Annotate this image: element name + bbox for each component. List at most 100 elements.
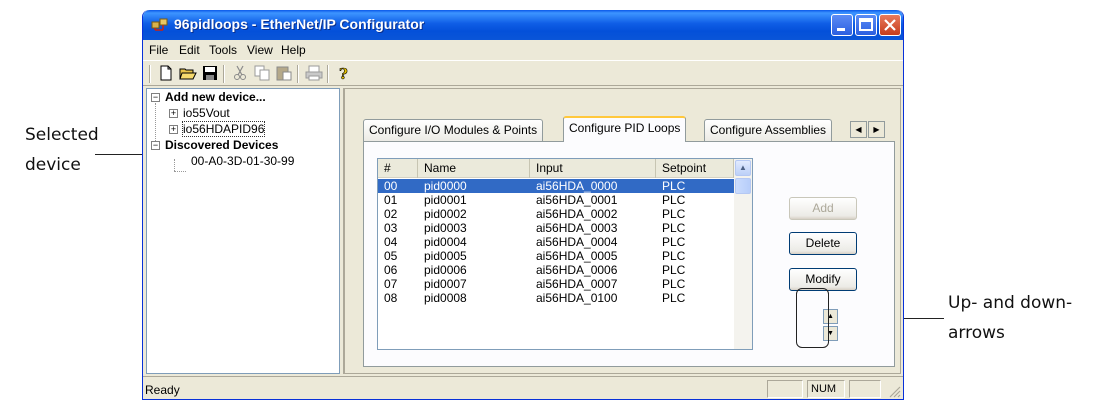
table-row[interactable]: 04 pid0004 ai56HDA_0004 PLC: [378, 235, 734, 249]
svg-text:?: ?: [339, 65, 348, 82]
callout-selected-device: Selected device: [25, 120, 99, 180]
tab-scroll-left-button[interactable]: ◀: [850, 121, 867, 138]
collapse-toggle[interactable]: −: [151, 141, 160, 150]
toolbar-separator: [297, 65, 299, 83]
close-button[interactable]: [879, 14, 901, 36]
minimize-button[interactable]: [831, 14, 853, 36]
menu-bar: File Edit Tools View Help: [143, 40, 903, 60]
callout-bracket-arrows: [796, 288, 829, 348]
menu-file[interactable]: File: [149, 43, 168, 57]
minimize-icon: [837, 28, 845, 31]
cell-name: pid0006: [424, 263, 467, 277]
expand-toggle[interactable]: +: [169, 125, 178, 134]
tree-node-label: io56HDAPID96: [181, 121, 266, 137]
table-row[interactable]: 07 pid0007 ai56HDA_0007 PLC: [378, 277, 734, 291]
cell-name: pid0003: [424, 221, 467, 235]
table-row[interactable]: 08 pid0008 ai56HDA_0100 PLC: [378, 291, 734, 305]
cell-setpoint: PLC: [662, 291, 686, 305]
cell-number: 02: [384, 207, 398, 221]
table-row[interactable]: 01 pid0001 ai56HDA_0001 PLC: [378, 193, 734, 207]
cell-name: pid0002: [424, 207, 467, 221]
cut-icon[interactable]: [231, 64, 249, 82]
callout-line-2: device: [25, 155, 81, 175]
status-pane-caps: [767, 380, 803, 398]
status-text: Ready: [145, 383, 180, 397]
toolbar-separator: [327, 65, 329, 83]
help-icon[interactable]: ?: [335, 64, 353, 82]
column-header-name[interactable]: Name: [418, 159, 530, 178]
expand-toggle[interactable]: +: [169, 109, 178, 118]
callout-arrows: Up- and down- arrows: [948, 288, 1072, 348]
cell-input: ai56HDA_0001: [536, 193, 618, 207]
tree-node-io55vout[interactable]: io55Vout: [183, 105, 230, 121]
resize-grip-icon[interactable]: [889, 386, 901, 398]
cell-setpoint: PLC: [662, 277, 686, 291]
scroll-thumb[interactable]: [735, 178, 751, 194]
maximize-button[interactable]: [855, 14, 877, 36]
tree-connector: [174, 171, 186, 172]
table-row[interactable]: 02 pid0002 ai56HDA_0002 PLC: [378, 207, 734, 221]
status-bar: Ready NUM: [143, 376, 903, 399]
table-row[interactable]: 05 pid0005 ai56HDA_0005 PLC: [378, 249, 734, 263]
window-title: 96pidloops - EtherNet/IP Configurator: [174, 16, 425, 32]
menu-edit[interactable]: Edit: [179, 43, 200, 57]
pid-loop-list[interactable]: # Name Input Setpoint 00 pid0000 ai56HDA_0…: [377, 158, 753, 350]
tree-node-add-new[interactable]: Add new device...: [165, 89, 266, 105]
table-row[interactable]: 00 pid0000 ai56HDA_0000 PLC: [378, 179, 734, 193]
menu-view[interactable]: View: [247, 43, 273, 57]
tree-connector: [174, 159, 175, 171]
scroll-up-button[interactable]: ▲: [735, 160, 751, 176]
tree-node-label: 00-A0-3D-01-30-99: [191, 154, 295, 168]
tree-node-discovered-device[interactable]: 00-A0-3D-01-30-99: [191, 153, 294, 169]
device-tree[interactable]: − Add new device... + io55Vout + io56HDA…: [146, 88, 340, 374]
toolbar-separator: [223, 65, 225, 83]
menu-tools[interactable]: Tools: [209, 43, 237, 57]
column-header-input[interactable]: Input: [530, 159, 656, 178]
cell-setpoint: PLC: [662, 249, 686, 263]
tree-node-discovered[interactable]: Discovered Devices: [165, 137, 278, 153]
column-header-setpoint[interactable]: Setpoint: [656, 159, 734, 178]
close-icon: [884, 19, 896, 31]
cell-setpoint: PLC: [662, 179, 686, 193]
cell-input: ai56HDA_0100: [536, 291, 618, 305]
cell-setpoint: PLC: [662, 221, 686, 235]
menu-help[interactable]: Help: [281, 43, 306, 57]
tree-node-io56hdapid96[interactable]: io56HDAPID96: [181, 121, 266, 137]
cell-setpoint: PLC: [662, 263, 686, 277]
print-icon[interactable]: [305, 64, 323, 82]
paste-icon[interactable]: [275, 64, 293, 82]
title-bar[interactable]: 96pidloops - EtherNet/IP Configurator: [143, 10, 903, 40]
app-network-icon: [151, 18, 168, 31]
tree-node-label: Discovered Devices: [165, 138, 279, 152]
cell-name: pid0007: [424, 277, 467, 291]
collapse-toggle[interactable]: −: [151, 93, 160, 102]
save-icon[interactable]: [201, 64, 219, 82]
cell-setpoint: PLC: [662, 193, 686, 207]
cell-name: pid0005: [424, 249, 467, 263]
cell-input: ai56HDA_0000: [536, 179, 618, 193]
cell-number: 01: [384, 193, 398, 207]
callout-line-1: Up- and down-: [948, 293, 1073, 313]
cell-number: 06: [384, 263, 398, 277]
callout-line-1: Selected: [25, 125, 99, 145]
column-header-number[interactable]: #: [378, 159, 418, 178]
cell-number: 04: [384, 235, 398, 249]
cell-name: pid0001: [424, 193, 467, 207]
cell-number: 03: [384, 221, 398, 235]
tree-node-label: Add new device...: [165, 90, 266, 104]
tab-scroll-right-button[interactable]: ▶: [868, 121, 885, 138]
tab-configure-pid[interactable]: Configure PID Loops: [563, 116, 687, 142]
add-button[interactable]: Add: [789, 197, 857, 220]
tab-configure-io[interactable]: Configure I/O Modules & Points: [363, 119, 544, 141]
tab-configure-assemblies[interactable]: Configure Assemblies: [704, 119, 833, 141]
table-row[interactable]: 03 pid0003 ai56HDA_0003 PLC: [378, 221, 734, 235]
new-file-icon[interactable]: [157, 64, 175, 82]
status-pane-num: NUM: [807, 380, 845, 398]
open-folder-icon[interactable]: [179, 64, 197, 82]
maximize-icon: [859, 18, 873, 31]
list-scrollbar[interactable]: ▲: [734, 159, 752, 349]
delete-button[interactable]: Delete: [789, 232, 857, 255]
table-row[interactable]: 06 pid0006 ai56HDA_0006 PLC: [378, 263, 734, 277]
copy-icon[interactable]: [253, 64, 271, 82]
tree-node-label: io55Vout: [183, 106, 230, 120]
